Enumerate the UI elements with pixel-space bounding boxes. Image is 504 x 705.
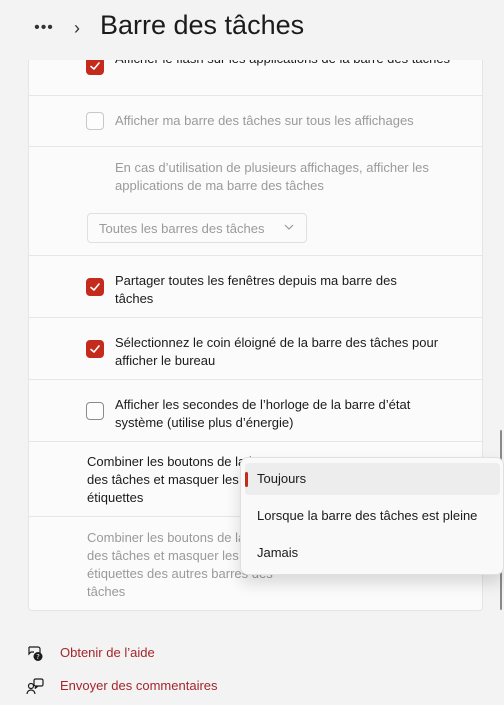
- share-windows-checkbox[interactable]: [86, 278, 104, 296]
- more-options-button[interactable]: •••: [30, 18, 58, 38]
- checkmark-icon: [90, 345, 100, 353]
- setting-row-all-displays[interactable]: Afficher ma barre des tâches sur tous le…: [29, 95, 482, 146]
- far-corner-checkbox[interactable]: [86, 340, 104, 358]
- selected-indicator: [245, 472, 248, 487]
- get-help-label: Obtenir de l’aide: [60, 645, 155, 660]
- clock-seconds-label: Afficher les secondes de l’horloge de la…: [115, 397, 411, 430]
- menu-option-label: Lorsque la barre des tâches est pleine: [257, 508, 478, 523]
- help-icon: ?: [28, 646, 43, 661]
- feedback-icon: [26, 678, 44, 695]
- page-header: ••• › Barre des tâches: [0, 0, 504, 60]
- menu-option-label: Jamais: [257, 545, 299, 560]
- multi-display-select[interactable]: Toutes les barres des tâches: [87, 213, 307, 243]
- page-title: Barre des tâches: [100, 10, 305, 40]
- send-feedback-label: Envoyer des commentaires: [60, 678, 218, 693]
- multi-display-select-value: Toutes les barres des tâches: [99, 221, 265, 236]
- send-feedback-link[interactable]: Envoyer des commentaires: [26, 675, 286, 697]
- clock-seconds-checkbox[interactable]: [86, 402, 104, 420]
- chevron-down-icon: [284, 224, 294, 230]
- multi-display-label: En cas d’utilisation de plusieurs affich…: [115, 160, 429, 193]
- checkmark-icon: [90, 283, 100, 291]
- all-displays-label: Afficher ma barre des tâches sur tous le…: [115, 113, 414, 128]
- get-help-link[interactable]: ? Obtenir de l’aide: [26, 642, 286, 664]
- share-windows-label: Partager toutes les fenêtres depuis ma b…: [115, 273, 397, 306]
- menu-option-label: Toujours: [257, 471, 307, 486]
- all-displays-checkbox[interactable]: [86, 112, 104, 130]
- far-corner-label: Sélectionnez le coin éloigné de la barre…: [115, 335, 439, 368]
- breadcrumb-chevron-icon: ›: [74, 18, 80, 38]
- svg-text:?: ?: [36, 653, 40, 661]
- setting-row-clock-seconds[interactable]: Afficher les secondes de l’horloge de la…: [29, 379, 482, 441]
- checkmark-icon: [90, 62, 100, 70]
- menu-option-always[interactable]: Toujours: [245, 463, 500, 495]
- menu-option-never[interactable]: Jamais: [245, 537, 500, 569]
- setting-row-share-windows[interactable]: Partager toutes les fenêtres depuis ma b…: [29, 255, 482, 317]
- menu-option-when-full[interactable]: Lorsque la barre des tâches est pleine: [245, 500, 500, 532]
- combine-buttons-menu: Toujours Lorsque la barre des tâches est…: [240, 457, 504, 575]
- setting-row-far-corner[interactable]: Sélectionnez le coin éloigné de la barre…: [29, 317, 482, 379]
